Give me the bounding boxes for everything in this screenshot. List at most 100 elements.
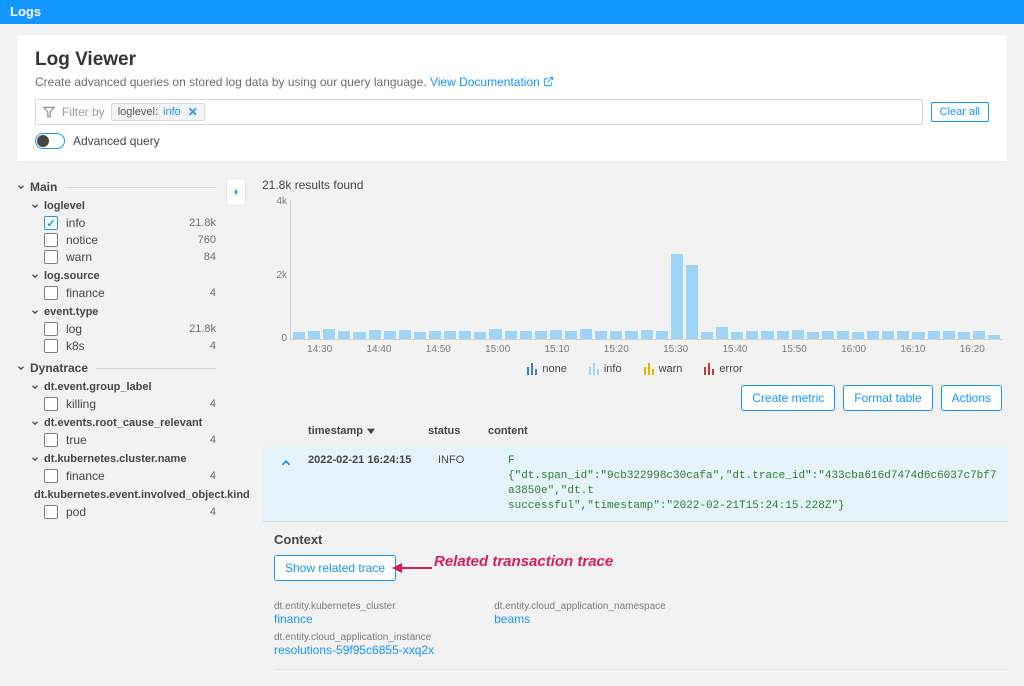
- sidebar-collapse-button[interactable]: [226, 178, 246, 206]
- histogram-bar[interactable]: [293, 332, 305, 339]
- histogram-bar[interactable]: [882, 331, 894, 339]
- filter-input[interactable]: Filter by loglevel: info ✕: [35, 99, 923, 125]
- create-metric-button[interactable]: Create metric: [741, 385, 835, 411]
- histogram-bar[interactable]: [973, 331, 985, 339]
- clear-all-button[interactable]: Clear all: [931, 102, 989, 122]
- format-table-button[interactable]: Format table: [843, 385, 932, 411]
- sidebar-section-header[interactable]: Main: [16, 180, 216, 194]
- histogram-bar[interactable]: [505, 331, 517, 339]
- table-row[interactable]: 2022-02-21 16:24:15 INFO F {"dt.span_id"…: [262, 446, 1008, 522]
- checkbox[interactable]: [44, 339, 58, 353]
- sidebar-item[interactable]: killing4: [44, 397, 216, 411]
- histogram-chart[interactable]: 4k 2k 0: [290, 200, 1002, 340]
- checkbox[interactable]: [44, 505, 58, 519]
- histogram-bar[interactable]: [897, 331, 909, 339]
- histogram-bar[interactable]: [625, 331, 637, 339]
- histogram-bar[interactable]: [323, 329, 335, 339]
- histogram-bar[interactable]: [308, 331, 320, 339]
- histogram-bar[interactable]: [489, 329, 501, 339]
- histogram-bar[interactable]: [520, 331, 532, 339]
- context-panel: Context Show related trace Related trans…: [262, 522, 1008, 670]
- context-value-link[interactable]: resolutions-59f95c6855-xxq2x: [274, 643, 434, 657]
- checkbox[interactable]: [44, 286, 58, 300]
- histogram-bar[interactable]: [912, 332, 924, 339]
- sidebar-group-header[interactable]: loglevel: [30, 200, 216, 212]
- col-status[interactable]: status: [428, 425, 488, 437]
- histogram-bar[interactable]: [988, 335, 1000, 339]
- histogram-bar[interactable]: [686, 265, 698, 339]
- histogram-bar[interactable]: [565, 331, 577, 339]
- filter-chip[interactable]: loglevel: info ✕: [111, 103, 205, 121]
- histogram-bar[interactable]: [399, 330, 411, 339]
- histogram-bar[interactable]: [429, 331, 441, 339]
- annotation-label: Related transaction trace: [434, 553, 613, 570]
- sidebar-item[interactable]: finance4: [44, 469, 216, 483]
- histogram-bar[interactable]: [444, 331, 456, 339]
- checkbox[interactable]: [44, 322, 58, 336]
- histogram-bar[interactable]: [595, 331, 607, 339]
- sidebar-item[interactable]: notice760: [44, 233, 216, 247]
- col-content[interactable]: content: [488, 425, 1008, 437]
- checkbox[interactable]: [44, 233, 58, 247]
- sidebar-section-header[interactable]: Dynatrace: [16, 361, 216, 375]
- histogram-bar[interactable]: [746, 331, 758, 339]
- facet-label: finance: [66, 286, 105, 300]
- checkbox[interactable]: [44, 397, 58, 411]
- checkbox[interactable]: [44, 216, 58, 230]
- histogram-bar[interactable]: [474, 332, 486, 339]
- histogram-bar[interactable]: [701, 332, 713, 339]
- context-value-link[interactable]: finance: [274, 612, 434, 626]
- col-timestamp[interactable]: timestamp: [308, 425, 428, 437]
- advanced-query-toggle[interactable]: [35, 133, 65, 149]
- histogram-bar[interactable]: [852, 332, 864, 339]
- histogram-bar[interactable]: [837, 331, 849, 339]
- sidebar-item[interactable]: warn84: [44, 250, 216, 264]
- histogram-bar[interactable]: [641, 330, 653, 339]
- histogram-bar[interactable]: [550, 330, 562, 339]
- chip-remove-icon[interactable]: ✕: [186, 105, 200, 119]
- context-value-link[interactable]: beams: [494, 612, 666, 626]
- checkbox[interactable]: [44, 469, 58, 483]
- checkbox[interactable]: [44, 250, 58, 264]
- histogram-bar[interactable]: [867, 331, 879, 339]
- histogram-bar[interactable]: [384, 331, 396, 339]
- histogram-bar[interactable]: [353, 332, 365, 339]
- histogram-bar[interactable]: [459, 331, 471, 339]
- sidebar-group-header[interactable]: dt.kubernetes.event.involved_object.kind: [30, 489, 216, 501]
- checkbox[interactable]: [44, 433, 58, 447]
- histogram-bar[interactable]: [671, 254, 683, 339]
- histogram-bar[interactable]: [777, 331, 789, 339]
- sidebar-group-header[interactable]: dt.event.group_label: [30, 381, 216, 393]
- histogram-bar[interactable]: [731, 332, 743, 339]
- row-collapse-toggle[interactable]: [274, 454, 298, 474]
- sidebar-item[interactable]: info21.8k: [44, 216, 216, 230]
- view-documentation-link[interactable]: View Documentation: [430, 75, 554, 89]
- histogram-bar[interactable]: [338, 331, 350, 339]
- histogram-bar[interactable]: [943, 331, 955, 339]
- histogram-bar[interactable]: [656, 331, 668, 339]
- x-tick: 15:50: [765, 344, 824, 355]
- actions-button[interactable]: Actions: [941, 385, 1002, 411]
- histogram-bar[interactable]: [822, 331, 834, 339]
- sidebar-item[interactable]: pod4: [44, 505, 216, 519]
- histogram-bar[interactable]: [761, 331, 773, 339]
- histogram-bar[interactable]: [928, 331, 940, 339]
- sidebar-item[interactable]: log21.8k: [44, 322, 216, 336]
- histogram-bar[interactable]: [369, 330, 381, 339]
- sidebar-item[interactable]: true4: [44, 433, 216, 447]
- sidebar-group-header[interactable]: dt.events.root_cause_relevant: [30, 417, 216, 429]
- histogram-bar[interactable]: [414, 332, 426, 339]
- sidebar-group-header[interactable]: dt.kubernetes.cluster.name: [30, 453, 216, 465]
- histogram-bar[interactable]: [580, 329, 592, 339]
- histogram-bar[interactable]: [792, 330, 804, 339]
- histogram-bar[interactable]: [807, 332, 819, 339]
- sidebar-group-header[interactable]: event.type: [30, 306, 216, 318]
- histogram-bar[interactable]: [610, 331, 622, 339]
- histogram-bar[interactable]: [716, 327, 728, 339]
- show-related-trace-button[interactable]: Show related trace: [274, 555, 396, 581]
- histogram-bar[interactable]: [958, 332, 970, 339]
- sidebar-item[interactable]: k8s4: [44, 339, 216, 353]
- sidebar-group-header[interactable]: log.source: [30, 270, 216, 282]
- histogram-bar[interactable]: [535, 331, 547, 339]
- sidebar-item[interactable]: finance4: [44, 286, 216, 300]
